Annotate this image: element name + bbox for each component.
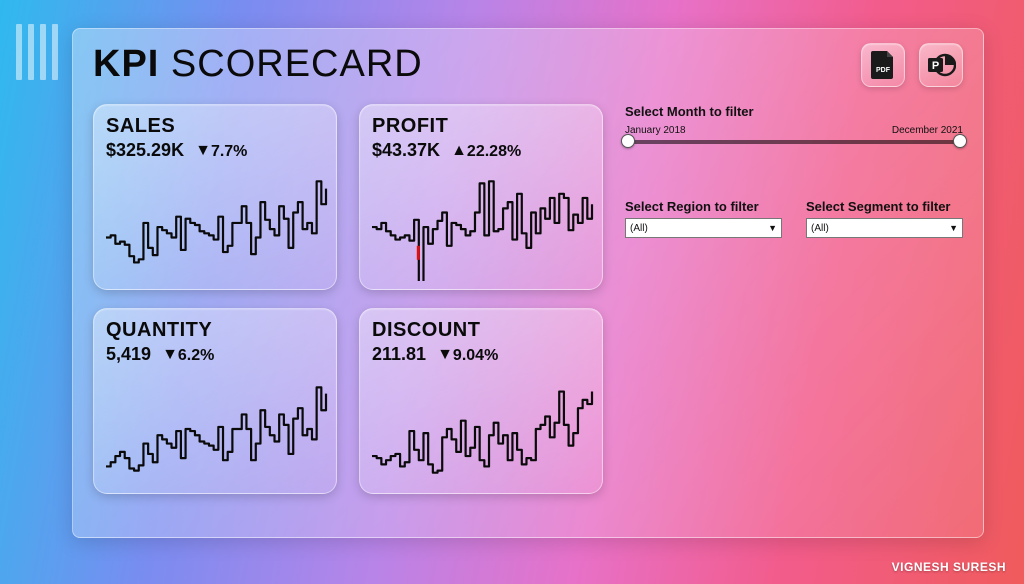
region-dropdown-value: (All) bbox=[630, 223, 648, 234]
kpi-value: $43.37K bbox=[372, 140, 440, 160]
chevron-down-icon: ▼ bbox=[768, 223, 777, 233]
kpi-value-row: $325.29K ▼7.7% bbox=[106, 140, 324, 161]
slider-handle-left[interactable] bbox=[621, 134, 635, 148]
export-ppt-button[interactable]: P bbox=[919, 43, 963, 87]
up-arrow-icon: ▲ bbox=[451, 142, 467, 160]
kpi-value-row: $43.37K ▲22.28% bbox=[372, 140, 590, 161]
month-filter-label: Select Month to filter bbox=[625, 104, 963, 119]
author-credit: VIGNESH SURESH bbox=[892, 560, 1006, 574]
down-arrow-icon: ▼ bbox=[162, 346, 178, 364]
slider-max-label: December 2021 bbox=[892, 125, 963, 136]
kpi-value: $325.29K bbox=[106, 140, 184, 160]
slider-min-label: January 2018 bbox=[625, 125, 686, 136]
svg-text:P: P bbox=[932, 60, 939, 72]
region-filter-label: Select Region to filter bbox=[625, 199, 759, 214]
segment-dropdown[interactable]: (All) ▼ bbox=[806, 218, 963, 238]
kpi-card-profit[interactable]: PROFIT $43.37K ▲22.28% bbox=[359, 104, 603, 290]
quantity-sparkline bbox=[102, 373, 330, 485]
kpi-delta: ▲22.28% bbox=[451, 143, 521, 160]
kpi-title: SALES bbox=[106, 115, 324, 138]
slider-handle-right[interactable] bbox=[953, 134, 967, 148]
decorative-stripes bbox=[16, 24, 58, 80]
segment-dropdown-value: (All) bbox=[811, 223, 829, 234]
filters-panel: Select Month to filter January 2018 Dece… bbox=[625, 104, 963, 494]
kpi-delta: ▼6.2% bbox=[162, 347, 214, 364]
chevron-down-icon: ▼ bbox=[949, 223, 958, 233]
kpi-card-sales[interactable]: SALES $325.29K ▼7.7% bbox=[93, 104, 337, 290]
kpi-value: 5,419 bbox=[106, 344, 151, 364]
powerpoint-icon: P bbox=[926, 50, 956, 80]
kpi-title: PROFIT bbox=[372, 115, 590, 138]
svg-text:PDF: PDF bbox=[876, 67, 891, 74]
page-title: KPI SCORECARD bbox=[93, 43, 963, 86]
kpi-card-quantity[interactable]: QUANTITY 5,419 ▼6.2% bbox=[93, 308, 337, 494]
region-dropdown[interactable]: (All) ▼ bbox=[625, 218, 782, 238]
profit-sparkline bbox=[368, 169, 596, 281]
dashboard-panel: KPI SCORECARD PDF P SALES $325.29K bbox=[72, 28, 984, 538]
month-range-slider[interactable]: January 2018 December 2021 bbox=[625, 125, 963, 171]
kpi-title: DISCOUNT bbox=[372, 319, 590, 342]
pdf-icon: PDF bbox=[870, 50, 896, 80]
export-bar: PDF P bbox=[861, 43, 963, 87]
kpi-value: 211.81 bbox=[372, 344, 426, 364]
export-pdf-button[interactable]: PDF bbox=[861, 43, 905, 87]
kpi-grid: SALES $325.29K ▼7.7% PROFIT $43.37K ▲22.… bbox=[93, 104, 603, 494]
sales-sparkline bbox=[102, 169, 330, 281]
discount-sparkline bbox=[368, 373, 596, 485]
down-arrow-icon: ▼ bbox=[195, 142, 211, 160]
kpi-delta: ▼9.04% bbox=[437, 347, 498, 364]
kpi-card-discount[interactable]: DISCOUNT 211.81 ▼9.04% bbox=[359, 308, 603, 494]
kpi-value-row: 211.81 ▼9.04% bbox=[372, 344, 590, 365]
down-arrow-icon: ▼ bbox=[437, 346, 453, 364]
kpi-delta: ▼7.7% bbox=[195, 143, 247, 160]
kpi-title: QUANTITY bbox=[106, 319, 324, 342]
slider-track[interactable] bbox=[625, 140, 963, 144]
segment-filter-label: Select Segment to filter bbox=[806, 199, 950, 214]
kpi-value-row: 5,419 ▼6.2% bbox=[106, 344, 324, 365]
